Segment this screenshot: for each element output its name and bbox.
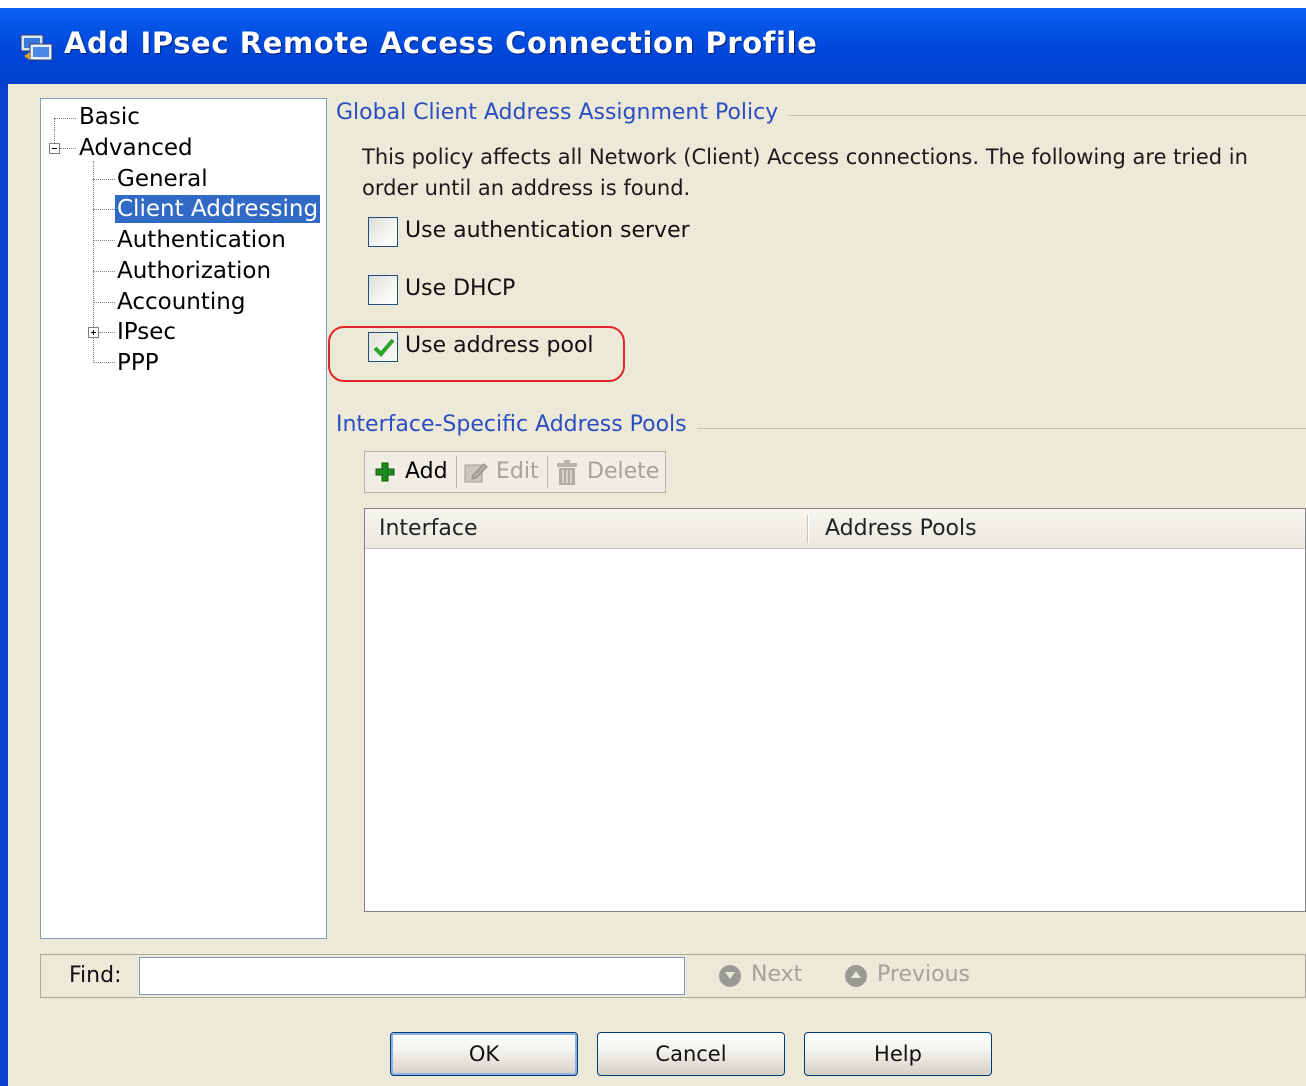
edit-icon	[464, 463, 488, 483]
next-label: Next	[751, 962, 803, 987]
help-button[interactable]: Help	[804, 1032, 992, 1076]
find-bar: Find: Next Previous	[40, 954, 1306, 998]
dialog-window: Add IPsec Remote Access Connection Profi…	[0, 0, 1306, 1086]
edit-label: Edit	[496, 459, 539, 484]
tree-item-label: PPP	[117, 350, 159, 376]
tree-item-ipsec[interactable]: IPsec	[115, 318, 178, 346]
table-header: Interface Address Pools	[365, 509, 1305, 549]
tree-item-advanced[interactable]: Advanced	[77, 134, 195, 162]
cancel-button[interactable]: Cancel	[597, 1032, 785, 1076]
tree-item-accounting[interactable]: Accounting	[115, 288, 247, 316]
tree-item-authorization[interactable]: Authorization	[115, 257, 273, 285]
tree-item-basic[interactable]: Basic	[77, 103, 142, 131]
previous-label: Previous	[877, 962, 970, 987]
policy-group-title: Global Client Address Assignment Policy	[336, 100, 789, 125]
cancel-label: Cancel	[655, 1042, 727, 1066]
tree-item-label: Basic	[79, 104, 140, 130]
app-icon	[20, 34, 53, 61]
help-label: Help	[874, 1042, 922, 1066]
tree-item-general[interactable]: General	[115, 165, 210, 193]
delete-label: Delete	[587, 459, 660, 484]
next-button[interactable]: Next	[717, 955, 817, 997]
advanced-collapse-toggle[interactable]	[49, 143, 60, 154]
checkbox-label: Use DHCP	[405, 276, 516, 301]
navigation-tree[interactable]: Basic Advanced General Client Addressing…	[40, 98, 327, 939]
title-bar[interactable]: Add IPsec Remote Access Connection Profi…	[0, 0, 1306, 84]
ipsec-expand-toggle[interactable]	[88, 327, 99, 338]
column-divider[interactable]	[807, 515, 809, 543]
use-authentication-server-checkbox[interactable]	[368, 217, 398, 247]
ok-label: OK	[468, 1042, 500, 1066]
add-button[interactable]: Add	[365, 452, 455, 492]
pools-toolbar: Add Edit Delete	[364, 451, 666, 493]
window-title: Add IPsec Remote Access Connection Profi…	[64, 26, 818, 60]
ok-button[interactable]: OK	[390, 1032, 578, 1076]
pools-group-title: Interface-Specific Address Pools	[336, 412, 697, 437]
dialog-body: Basic Advanced General Client Addressing…	[8, 84, 1306, 1086]
tree-item-label: Accounting	[117, 289, 246, 315]
address-pools-table[interactable]: Interface Address Pools	[364, 508, 1306, 912]
tree-item-label: Client Addressing	[117, 196, 319, 222]
find-input[interactable]	[139, 957, 685, 995]
tree-item-label: General	[117, 166, 208, 192]
find-label: Find:	[69, 963, 122, 988]
delete-button[interactable]: Delete	[549, 452, 665, 492]
tree-item-label: IPsec	[117, 319, 177, 345]
previous-button[interactable]: Previous	[843, 955, 983, 997]
tree-item-client-addressing[interactable]: Client Addressing	[115, 195, 321, 223]
tree-item-label: Advanced	[79, 135, 193, 161]
tree-item-ppp[interactable]: PPP	[115, 349, 161, 377]
tree-item-label: Authentication	[117, 227, 286, 253]
tree-item-label: Authorization	[117, 258, 272, 284]
column-header-interface[interactable]: Interface	[379, 516, 478, 541]
column-header-address-pools[interactable]: Address Pools	[825, 516, 977, 541]
policy-description: This policy affects all Network (Client)…	[362, 145, 1248, 200]
checkbox-label: Use authentication server	[405, 218, 690, 243]
tree-item-authentication[interactable]: Authentication	[115, 226, 288, 254]
plus-icon	[375, 462, 395, 482]
arrow-up-icon	[845, 965, 867, 987]
add-label: Add	[405, 459, 448, 484]
arrow-down-icon	[719, 965, 741, 987]
trash-icon	[557, 460, 577, 485]
use-dhcp-checkbox[interactable]	[368, 275, 398, 305]
edit-button[interactable]: Edit	[458, 452, 546, 492]
highlight-annotation	[328, 326, 625, 382]
